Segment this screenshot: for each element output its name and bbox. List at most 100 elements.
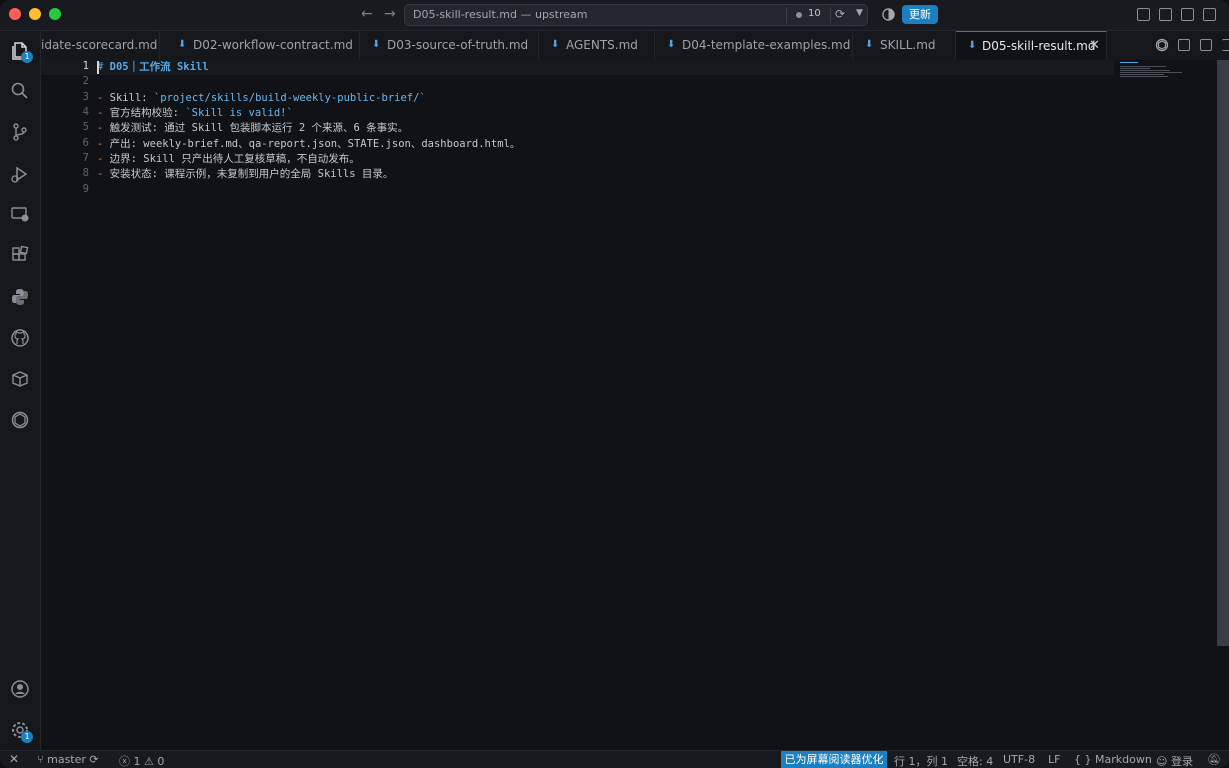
inline-code: `Skill is valid!` <box>185 107 293 119</box>
openai-icon[interactable] <box>10 410 30 430</box>
login-status[interactable]: ☺ 登录 <box>1156 753 1193 768</box>
containers-icon[interactable] <box>10 369 30 389</box>
remote-icon[interactable]: ✕ <box>9 752 19 766</box>
code-line-1: # D05｜工作流 Skill <box>97 61 209 73</box>
notifications-icon[interactable]: 🔕︎ <box>1207 753 1221 766</box>
tab-skill[interactable]: ⬇ SKILL.md <box>853 31 956 60</box>
cursor-position[interactable]: 行 1，列 1 <box>894 753 948 768</box>
branch-status[interactable]: ⑂ master ⟳ <box>37 753 99 766</box>
shield-icon[interactable] <box>882 8 895 21</box>
warning-count: 0 <box>157 755 165 768</box>
markdown-icon: ⬇ <box>667 39 676 50</box>
line-number: 4 <box>82 106 89 118</box>
minimap-line <box>1120 66 1166 67</box>
code-line-7: - 边界: Skill 只产出待人工复核草稿，不自动发布。 <box>97 153 360 165</box>
inline-code: `project/skills/build-weekly-public-brie… <box>153 92 426 104</box>
markdown-icon: ⬇ <box>178 39 187 50</box>
error-count: 1 <box>133 755 141 768</box>
branch-name: master <box>47 753 86 766</box>
split-editor-icon[interactable] <box>1222 39 1229 51</box>
minimap[interactable] <box>1114 60 1216 750</box>
vscode-window: ← → D05-skill-result.md — upstream 10 ⟳ … <box>0 0 1229 768</box>
encoding[interactable]: UTF-8 <box>1003 753 1035 766</box>
preview-icon[interactable] <box>1200 39 1212 51</box>
close-tab-icon[interactable]: ✕ <box>1089 38 1100 53</box>
chevron-down-icon[interactable]: ▼ <box>856 8 863 18</box>
maximize-window-button[interactable] <box>49 8 61 20</box>
toggle-sidebar-icon[interactable] <box>1137 8 1150 21</box>
code-line-4: - 官方结构校验: `Skill is valid!` <box>97 107 293 119</box>
python-icon[interactable] <box>10 287 30 307</box>
divider <box>786 7 787 23</box>
explorer-badge: 1 <box>21 51 33 63</box>
customize-layout-icon[interactable] <box>1159 8 1172 21</box>
github-icon[interactable] <box>10 328 30 348</box>
git-branch-icon: ⑂ <box>37 753 44 766</box>
tab-workflow-contract[interactable]: ⬇ D02-workflow-contract.md <box>160 31 360 60</box>
back-arrow-icon[interactable]: ← <box>361 6 373 22</box>
markdown-icon: ⬇ <box>551 39 560 50</box>
changes-count: 10 <box>808 8 821 19</box>
vertical-scrollbar[interactable] <box>1217 60 1229 750</box>
tab-agents[interactable]: ⬇ AGENTS.md <box>539 31 655 60</box>
command-center[interactable]: D05-skill-result.md — upstream 10 ⟳ ▼ <box>404 4 868 26</box>
minimize-window-button[interactable] <box>29 8 41 20</box>
settings-badge: 1 <box>21 731 33 743</box>
code-line-6: - 产出: weekly-brief.md、qa-report.json、STA… <box>97 138 521 150</box>
language-mode[interactable]: { } Markdown <box>1074 753 1152 766</box>
line-number: 9 <box>82 183 89 195</box>
toggle-secondary-sidebar-icon[interactable] <box>1203 8 1216 21</box>
line-number: 1 <box>82 60 89 72</box>
scrollbar-thumb[interactable] <box>1217 60 1229 646</box>
divider <box>830 7 831 23</box>
status-bar: ✕ ⑂ master ⟳ ⓧ 1 ⚠ 0 已为屏幕阅读器优化 行 1，列 1 空… <box>0 750 1229 768</box>
indentation[interactable]: 空格: 4 <box>957 753 993 768</box>
source-control-icon[interactable] <box>10 122 30 142</box>
forward-arrow-icon[interactable]: → <box>384 6 396 22</box>
code-line-3: - Skill: `project/skills/build-weekly-pu… <box>97 92 426 104</box>
screen-reader-mode[interactable]: 已为屏幕阅读器优化 <box>781 751 887 768</box>
line-number: 3 <box>82 91 89 103</box>
command-center-title: D05-skill-result.md — upstream <box>413 8 588 21</box>
problems-status[interactable]: ⓧ 1 ⚠ 0 <box>119 753 164 768</box>
search-icon[interactable] <box>10 81 30 101</box>
tab-skill-result[interactable]: ⬇ D05-skill-result.md ✕ <box>956 31 1107 60</box>
line-text: 安装状态: 课程示例，未复制到用户的全局 Skills 目录。 <box>109 168 394 180</box>
tab-source-of-truth[interactable]: ⬇ D03-source-of-truth.md <box>360 31 539 60</box>
language-label: Markdown <box>1095 753 1152 766</box>
line-text: Skill: <box>109 92 154 104</box>
error-icon: ⓧ <box>119 755 130 768</box>
editor-area[interactable]: 1 2 3 4 5 6 7 8 9 # D05｜工作流 Skill - Skil… <box>41 60 1216 750</box>
tab-label: D03-source-of-truth.md <box>387 38 529 52</box>
markdown-icon: ⬇ <box>865 39 874 50</box>
open-changes-icon[interactable] <box>1178 39 1190 51</box>
account-icon[interactable] <box>10 679 30 699</box>
sync-icon[interactable]: ⟳ <box>89 753 98 766</box>
tab-label: D04-template-examples.md <box>682 38 851 52</box>
tab-scorecard[interactable]: idate-scorecard.md <box>41 31 160 60</box>
minimap-line <box>1120 70 1170 71</box>
openai-icon[interactable] <box>1155 38 1169 52</box>
tab-template-examples[interactable]: ⬇ D04-template-examples.md <box>655 31 853 60</box>
minimap-line <box>1120 74 1164 75</box>
update-button[interactable]: 更新 <box>902 5 938 24</box>
changes-dot-icon <box>796 12 802 18</box>
copilot-icon: ☺ <box>1156 755 1168 768</box>
code-line-8: - 安装状态: 课程示例，未复制到用户的全局 Skills 目录。 <box>97 168 394 180</box>
end-of-line[interactable]: LF <box>1048 753 1060 766</box>
toggle-panel-icon[interactable] <box>1181 8 1194 21</box>
activity-bar: 1 1 <box>0 31 41 750</box>
code-line-5: - 触发测试: 通过 Skill 包装脚本运行 2 个来源、6 条事实。 <box>97 122 409 134</box>
minimap-line <box>1120 62 1138 63</box>
heading-text: D05｜工作流 Skill <box>109 61 209 73</box>
line-number: 8 <box>82 167 89 179</box>
run-debug-icon[interactable] <box>10 164 30 184</box>
extensions-icon[interactable] <box>10 245 30 265</box>
markdown-icon: ⬇ <box>372 39 381 50</box>
line-number: 2 <box>82 75 89 87</box>
chat-icon[interactable]: ⟳ <box>835 7 845 21</box>
text-cursor <box>97 61 99 74</box>
remote-explorer-icon[interactable] <box>10 204 30 224</box>
close-window-button[interactable] <box>9 8 21 20</box>
line-number: 7 <box>82 152 89 164</box>
